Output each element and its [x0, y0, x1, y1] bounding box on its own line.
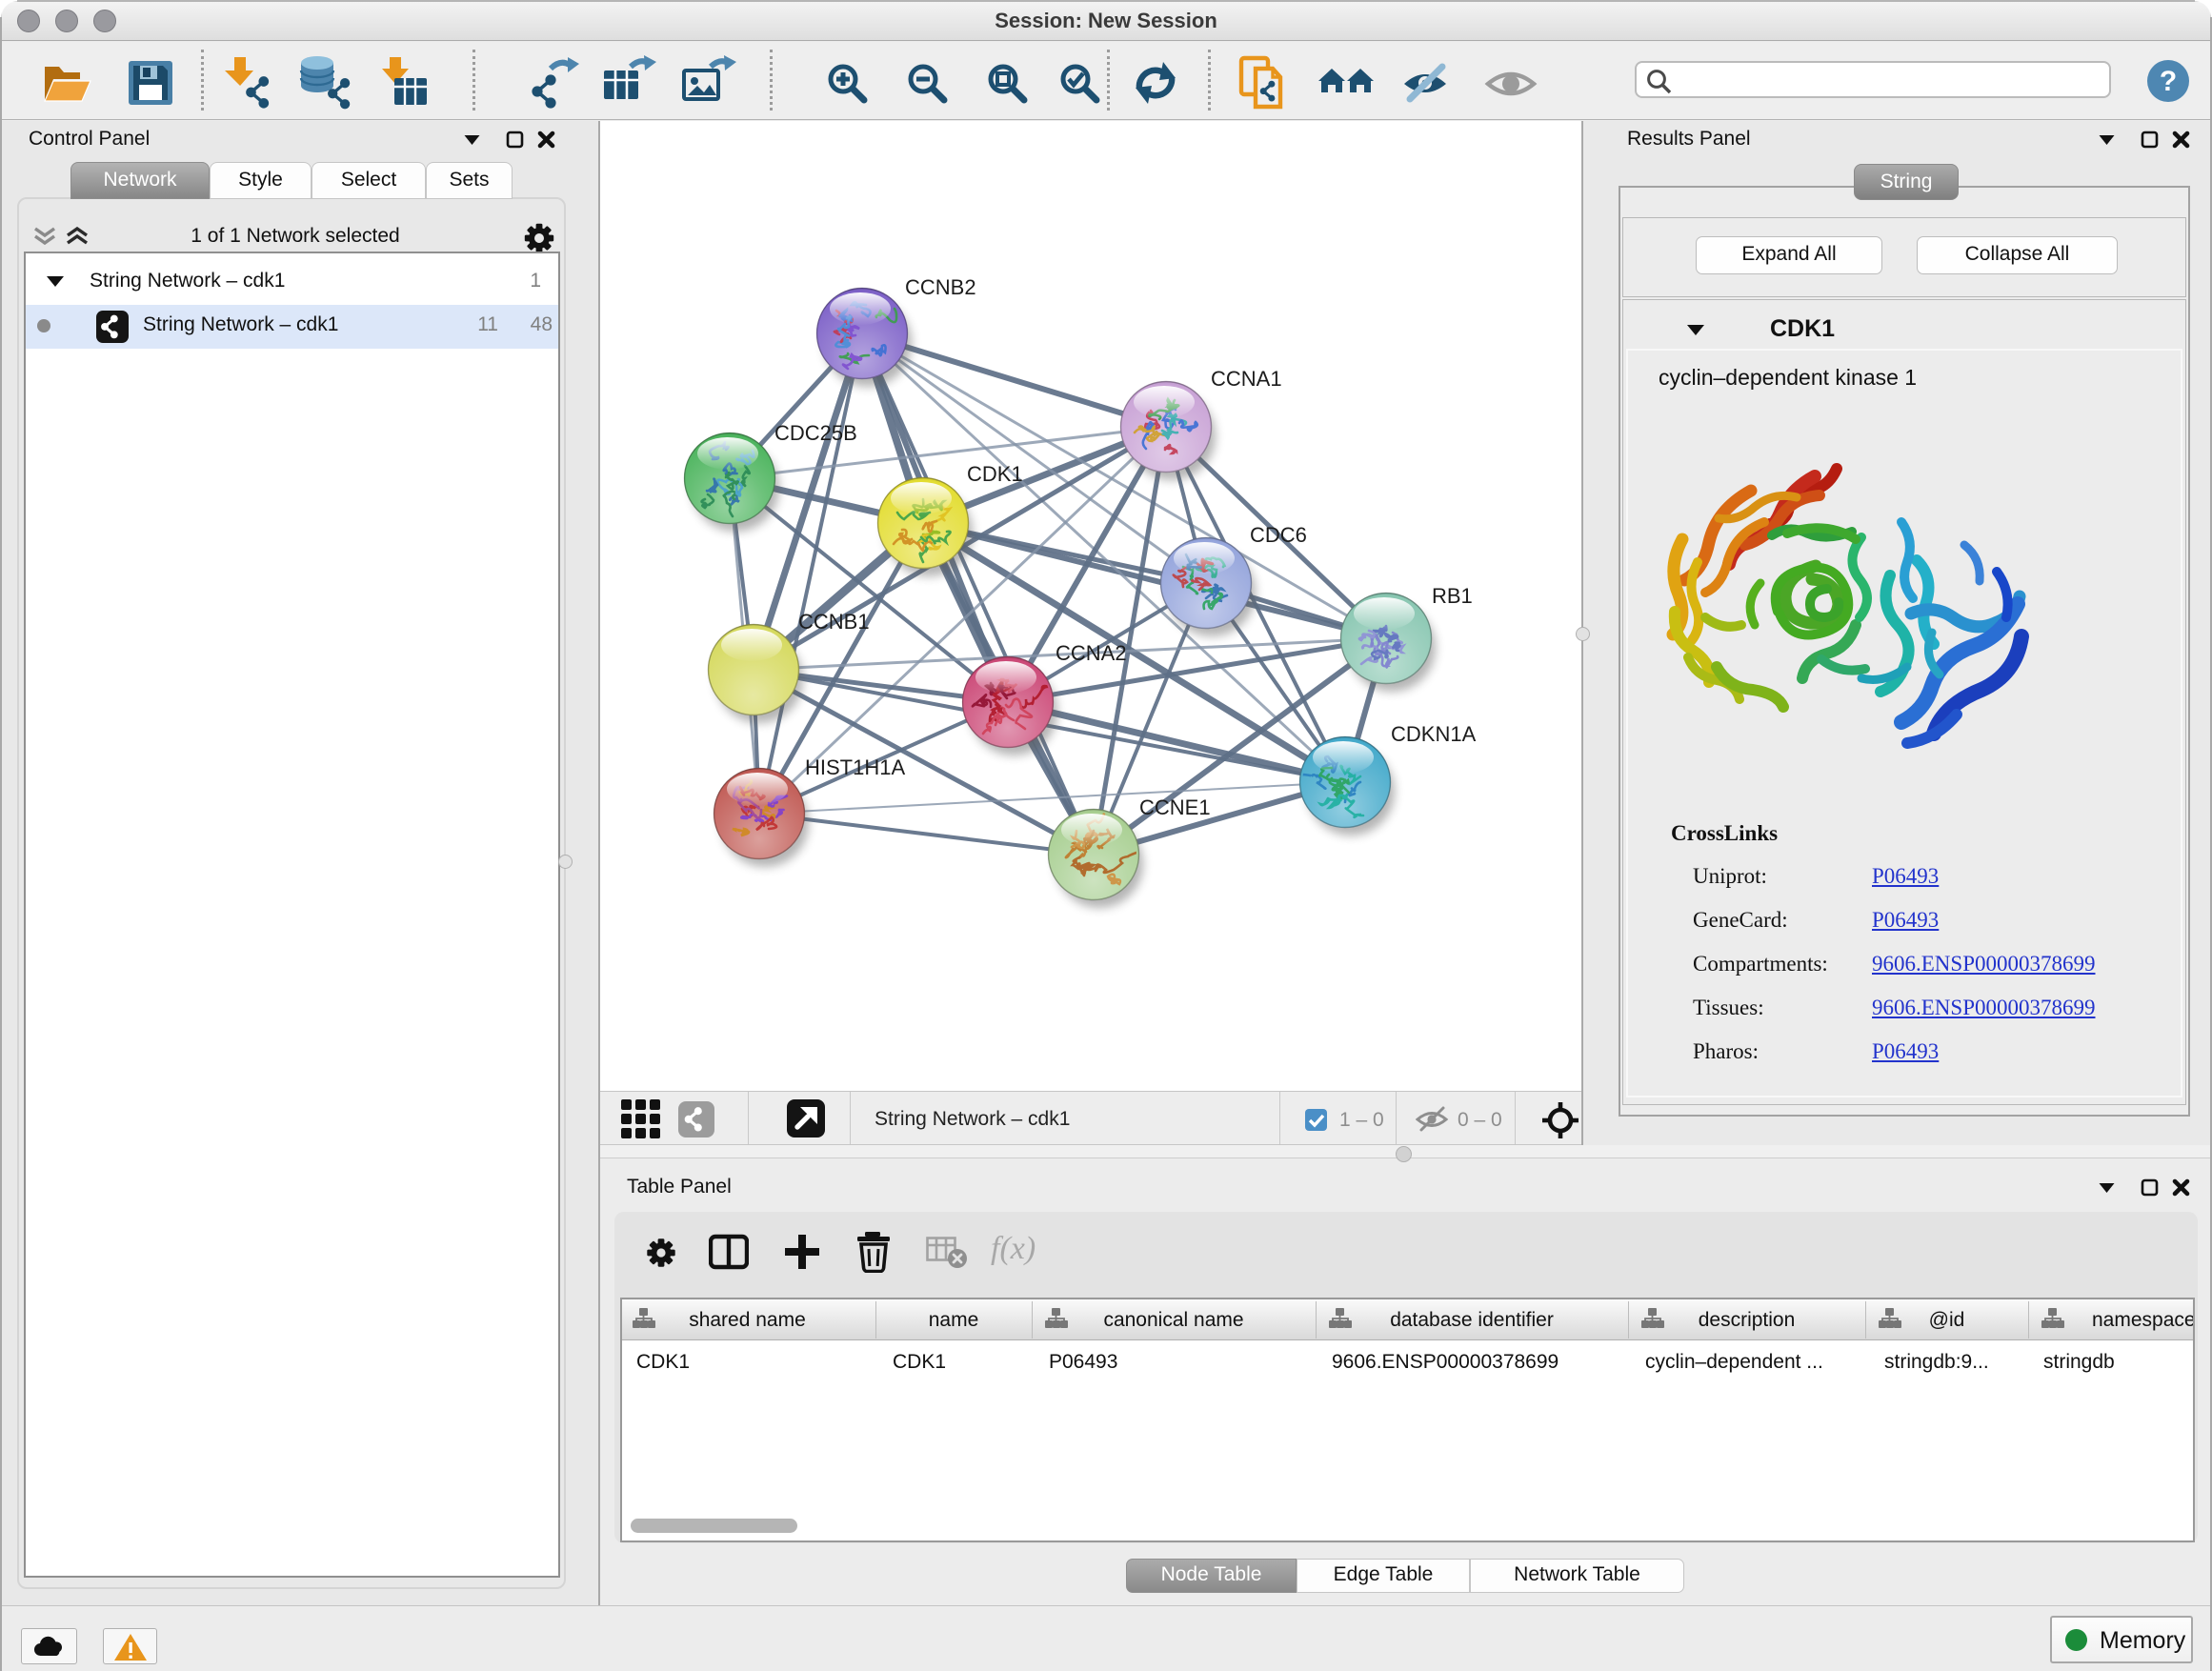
svg-text:CDC6: CDC6	[1250, 523, 1307, 547]
svg-text:CCNA1: CCNA1	[1211, 367, 1282, 391]
svg-text:CDKN1A: CDKN1A	[1391, 722, 1477, 746]
svg-text:CCNB2: CCNB2	[905, 275, 976, 299]
svg-text:CDK1: CDK1	[967, 462, 1023, 486]
svg-text:RB1: RB1	[1432, 584, 1473, 608]
svg-text:CCNA2: CCNA2	[1056, 641, 1127, 665]
svg-text:CCNE1: CCNE1	[1139, 795, 1211, 819]
svg-text:HIST1H1A: HIST1H1A	[805, 755, 905, 779]
svg-text:CCNB1: CCNB1	[798, 610, 870, 634]
svg-text:CDC25B: CDC25B	[774, 421, 857, 445]
